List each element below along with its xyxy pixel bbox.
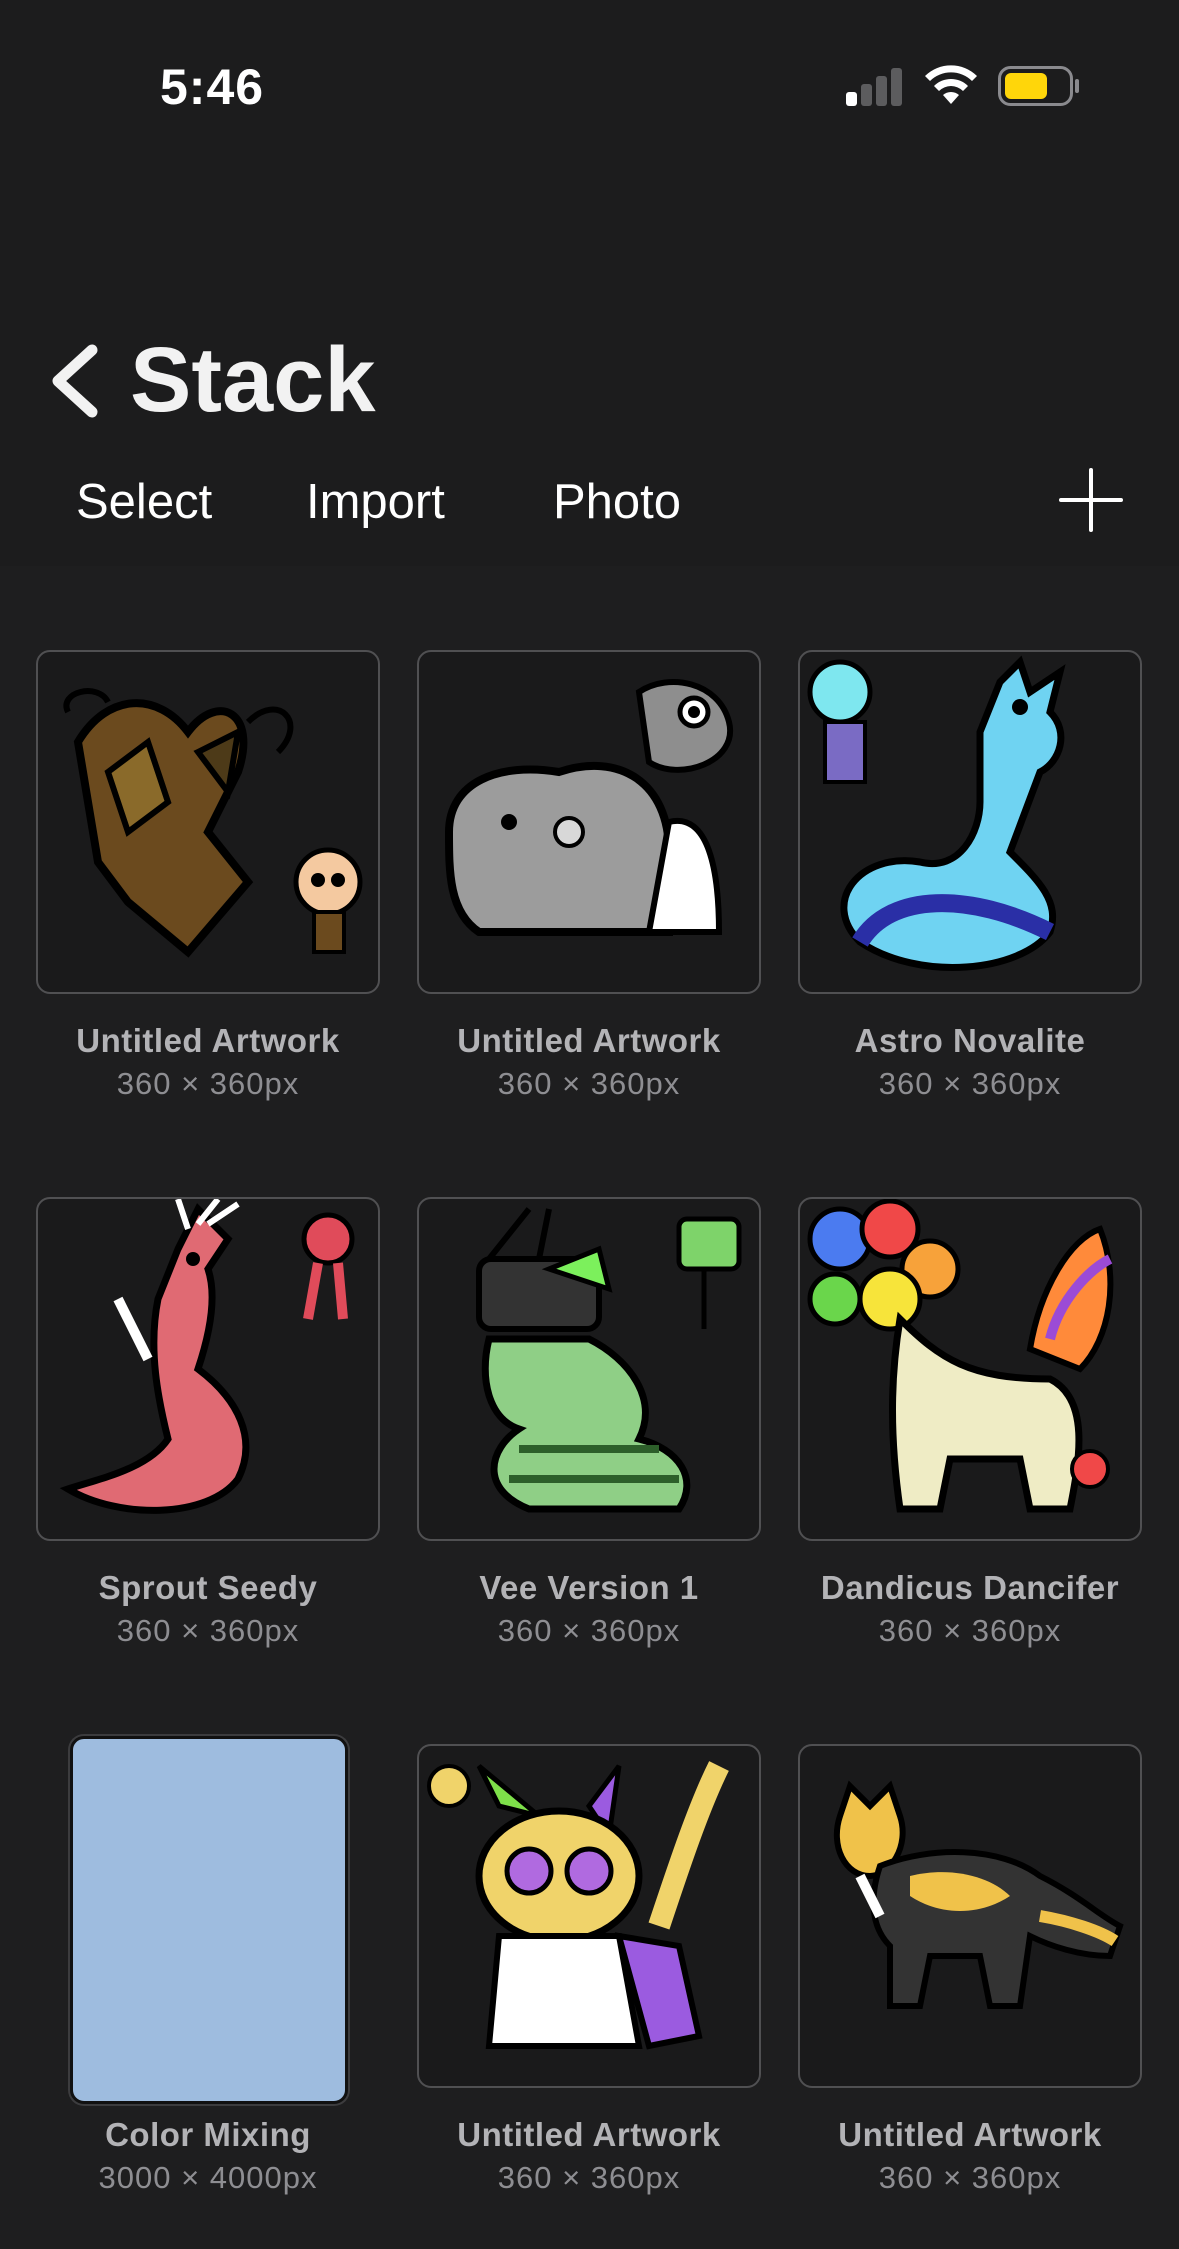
artwork-name: Astro Novalite	[854, 1022, 1086, 1059]
wifi-icon	[925, 65, 977, 104]
artwork-name: Untitled Artwork	[457, 1022, 721, 1059]
artwork-preview	[833, 1780, 1124, 2009]
artwork-preview	[59, 1199, 355, 1514]
artwork-thumbnail[interactable]	[798, 1197, 1142, 1541]
artwork-preview	[63, 688, 363, 958]
artwork-name: Untitled Artwork	[76, 1022, 340, 1059]
artwork-thumbnail[interactable]	[36, 1197, 380, 1541]
artwork-name: Untitled Artwork	[838, 2116, 1102, 2153]
status-bar: 5:46	[0, 0, 1179, 160]
artwork-size: 360 × 360px	[497, 1066, 681, 1101]
artwork-preview	[476, 1207, 742, 1513]
artwork-size: 360 × 360px	[116, 1066, 300, 1101]
artwork-name: Dandicus Dancifer	[820, 1569, 1120, 1606]
battery-icon	[998, 66, 1079, 106]
artwork-thumbnail[interactable]	[417, 650, 761, 994]
artwork-preview	[444, 679, 734, 936]
artwork-size: 360 × 360px	[878, 2160, 1062, 2195]
artwork-name: Sprout Seedy	[98, 1569, 318, 1606]
artwork-thumbnail[interactable]	[417, 1197, 761, 1541]
chevron-left-icon	[52, 344, 98, 418]
artwork-name: Vee Version 1	[479, 1569, 699, 1606]
import-button[interactable]: Import	[306, 474, 445, 530]
page-title: Stack	[130, 329, 376, 431]
artwork-name: Untitled Artwork	[457, 2116, 721, 2153]
artwork-size: 360 × 360px	[116, 1613, 300, 1648]
artwork-thumbnail[interactable]	[798, 650, 1142, 994]
artwork-name: Color Mixing	[105, 2116, 311, 2153]
status-time: 5:46	[160, 59, 265, 115]
artwork-size: 360 × 360px	[878, 1613, 1062, 1648]
add-artwork-icon[interactable]	[1059, 468, 1123, 532]
select-button[interactable]: Select	[76, 474, 212, 530]
artwork-size: 360 × 360px	[878, 1066, 1062, 1101]
artwork-size: 3000 × 4000px	[98, 2160, 318, 2195]
artwork-thumbnail[interactable]	[417, 1744, 761, 2088]
artwork-thumbnail[interactable]	[798, 1744, 1142, 2088]
artwork-thumbnail[interactable]	[36, 650, 380, 994]
artwork-preview	[427, 1761, 729, 2050]
photo-button[interactable]: Photo	[553, 474, 681, 530]
cellular-signal-icon	[846, 66, 904, 106]
artwork-preview	[807, 655, 1066, 971]
artwork-size: 360 × 360px	[497, 2160, 681, 2195]
artwork-preview	[807, 1199, 1114, 1513]
artwork-size: 360 × 360px	[497, 1613, 681, 1648]
artwork-thumbnail[interactable]	[70, 1736, 348, 2104]
